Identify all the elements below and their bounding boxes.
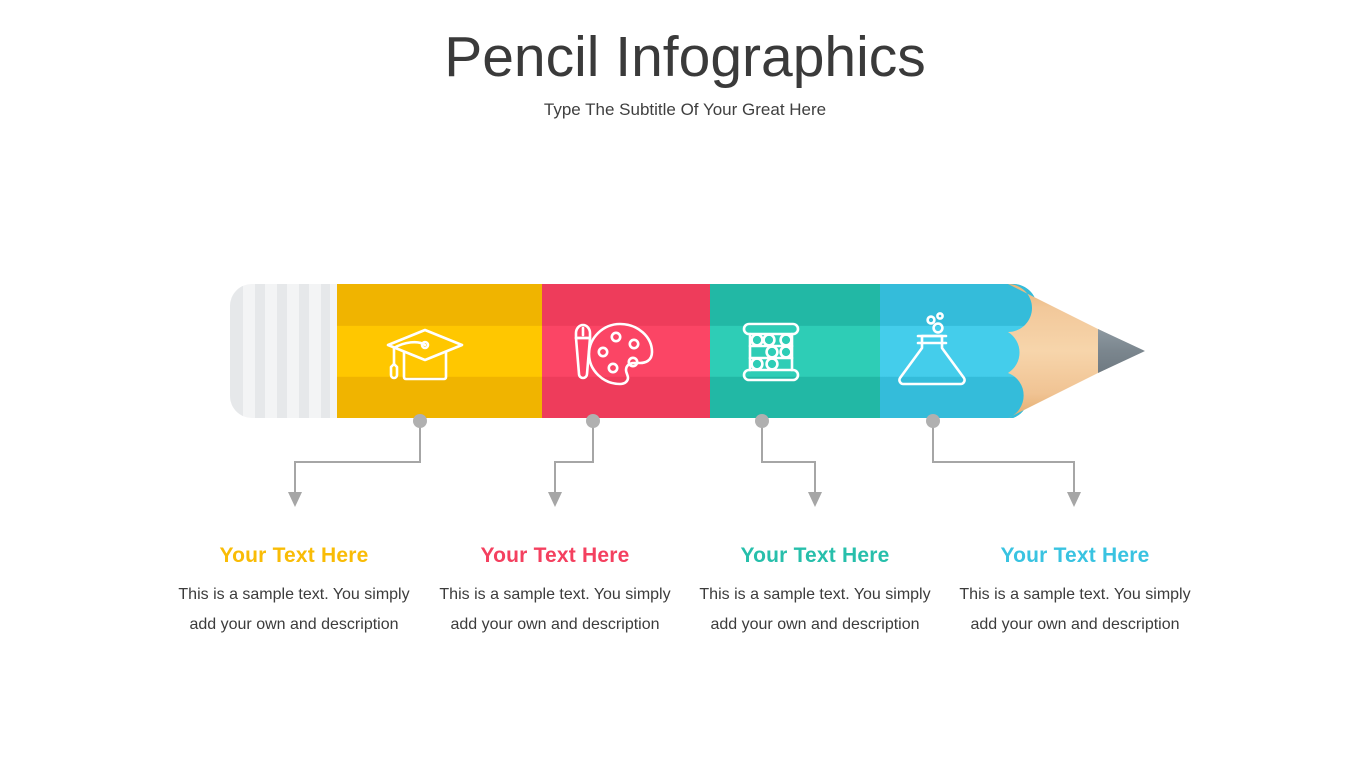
caption-heading-2: Your Text Here: [480, 544, 630, 567]
connector-dot-3: [755, 414, 769, 428]
caption-heading-1: Your Text Here: [219, 544, 369, 567]
caption-heading-4: Your Text Here: [1000, 544, 1150, 567]
caption-body-1: This is a sample text. You simply add yo…: [178, 586, 410, 633]
connector-line-2: [554, 422, 594, 492]
connector-arrow-2: [548, 492, 562, 507]
connector-line-4: [932, 422, 1075, 492]
connector-line-3: [761, 422, 816, 492]
caption-block-3: Your Text Here This is a sample text. Yo…: [685, 544, 945, 640]
slide-canvas: Pencil Infographics Type The Subtitle Of…: [0, 0, 1370, 771]
connector-dot-1: [413, 414, 427, 428]
connector-lines: [288, 414, 1081, 507]
caption-body-3: This is a sample text. You simply add yo…: [699, 586, 931, 633]
connector-dot-4: [926, 414, 940, 428]
caption-block-4: Your Text Here This is a sample text. Yo…: [945, 544, 1205, 640]
caption-heading-3: Your Text Here: [740, 544, 890, 567]
connector-arrow-1: [288, 492, 302, 507]
connector-arrow-3: [808, 492, 822, 507]
connector-line-1: [294, 422, 421, 492]
caption-block-1: Your Text Here This is a sample text. Yo…: [164, 544, 424, 640]
connector-dot-2: [586, 414, 600, 428]
caption-body-2: This is a sample text. You simply add yo…: [439, 586, 671, 633]
caption-block-2: Your Text Here This is a sample text. Yo…: [425, 544, 685, 640]
caption-body-4: This is a sample text. You simply add yo…: [959, 586, 1191, 633]
connector-arrow-4: [1067, 492, 1081, 507]
